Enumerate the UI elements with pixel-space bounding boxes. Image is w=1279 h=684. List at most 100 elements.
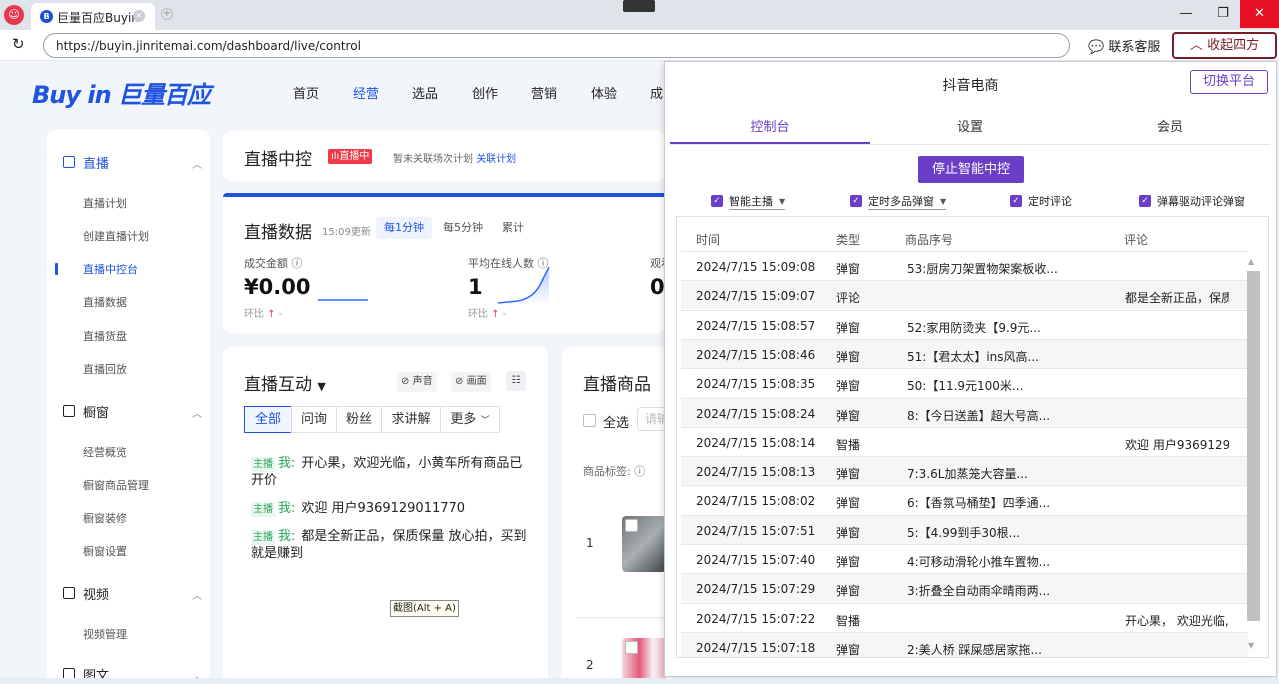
table-row[interactable]: 2024/7/15 15:07:40 弹窗 4:可移动滑轮小推车置物... (681, 544, 1248, 573)
tab-inquiry[interactable]: 问询 (291, 406, 337, 433)
close-window-icon[interactable]: ✕ (1240, 0, 1279, 28)
chat-message: 主播 我: 都是全新正品，保质保量 放心拍，买到就是赚到 (251, 528, 527, 562)
contact-support-button[interactable]: 💬 联系客服 (1088, 36, 1160, 55)
sidebar-item-overview[interactable]: 经营概览 (83, 444, 127, 460)
tab-fans[interactable]: 粉丝 (336, 406, 382, 433)
card-accent-bar (223, 193, 665, 197)
table-row[interactable]: 2024/7/15 15:07:18 弹窗 2:美人桥 踩屎感居家拖... (681, 632, 1248, 657)
table-row[interactable]: 2024/7/15 15:07:29 弹窗 3:折叠全自动雨伞晴雨两... (681, 573, 1248, 602)
cell-time: 2024/7/15 15:07:40 (696, 553, 816, 567)
tab-member[interactable]: 会员 (1070, 116, 1270, 135)
nav-more[interactable]: 成 (650, 83, 663, 102)
cell-item: 52:家用防烫夹【9.9元... (907, 321, 1041, 335)
table-row[interactable]: 2024/7/15 15:08:13 弹窗 7:3.6L加蒸笼大容量... (681, 456, 1248, 485)
sidebar-item-live-replay[interactable]: 直播回放 (83, 361, 127, 377)
cell-time: 2024/7/15 15:08:14 (696, 436, 816, 450)
sidebar-item-video-manage[interactable]: 视频管理 (83, 626, 127, 642)
browser-tab[interactable]: B 巨量百应Buyin × (31, 3, 155, 30)
table-row[interactable]: 2024/7/15 15:07:51 弹窗 5:【4.99到手30根... (681, 515, 1248, 544)
window-grip[interactable] (623, 0, 655, 12)
metric-ratio: 环比 ↑ - (468, 309, 507, 320)
table-row[interactable]: 2024/7/15 15:09:08 弹窗 53:厨房刀架置物架案板收... (681, 251, 1248, 280)
page-title: 直播中控 (244, 150, 312, 170)
cell-time: 2024/7/15 15:08:46 (696, 348, 816, 362)
cell-comment: 都是全新正品，保质 (1125, 291, 1229, 305)
sidebar-item-showcase-settings[interactable]: 橱窗设置 (83, 543, 127, 559)
video-camera-icon (63, 156, 75, 168)
sidebar-item-live-console[interactable]: 直播中控台 (83, 261, 138, 277)
cell-type: 弹窗 (836, 409, 861, 423)
link-plan-link[interactable]: 关联计划 (476, 154, 516, 165)
chevron-down-icon: ﹀ (480, 416, 490, 426)
nav-experience[interactable]: 体验 (591, 83, 617, 102)
option-timed-popup[interactable]: ✓ 定时多品弹窗 ▼ (850, 193, 947, 210)
seg-1min[interactable]: 每1分钟 (376, 217, 432, 239)
sidebar-item-live-goods[interactable]: 直播货盘 (83, 328, 127, 344)
table-row[interactable]: 2024/7/15 15:09:07 评论 都是全新正品，保质 (681, 280, 1248, 309)
metric-label: 观看 (650, 257, 665, 270)
new-tab-icon[interactable]: + (161, 8, 173, 20)
browser-logo-icon[interactable]: ☺ (4, 5, 24, 25)
table-row[interactable]: 2024/7/15 15:08:46 弹窗 51:【君太太】ins风高... (681, 339, 1248, 368)
nav-marketing[interactable]: 营销 (531, 83, 557, 102)
url-input[interactable]: https://buyin.jinritemai.com/dashboard/l… (43, 33, 1070, 58)
select-all-checkbox[interactable] (583, 414, 596, 427)
goods-checkbox[interactable] (625, 519, 638, 532)
collapse-panel-button[interactable]: ︿ 收起四方 (1172, 32, 1277, 59)
interaction-title[interactable]: 直播互动 ▼ (244, 370, 326, 395)
collapse-label: 收起四方 (1207, 38, 1260, 53)
chevron-up-icon[interactable]: ︿ (192, 587, 202, 602)
role-badge: 主播 (251, 457, 275, 472)
table-row[interactable]: 2024/7/15 15:07:22 智播 开心果， 欢迎光临, (681, 603, 1248, 632)
seg-5min[interactable]: 每5分钟 (435, 217, 491, 239)
switch-platform-button[interactable]: 切换平台 (1190, 70, 1268, 94)
select-all-label[interactable]: 全选 (603, 412, 629, 431)
option-danmaku-popup[interactable]: ✓ 弹幕驱动评论弹窗 (1139, 193, 1245, 209)
caret-down-icon: ▼ (940, 196, 947, 206)
scroll-down-icon[interactable]: ▼ (1248, 641, 1254, 650)
cell-type: 智播 (836, 438, 861, 452)
stop-smart-control-button[interactable]: 停止智能中控 (918, 156, 1024, 183)
table-row[interactable]: 2024/7/15 15:08:57 弹窗 52:家用防烫夹【9.9元... (681, 310, 1248, 339)
cell-item: 3:折叠全自动雨伞晴雨两... (907, 584, 1051, 598)
table-row[interactable]: 2024/7/15 15:08:24 弹窗 8:【今日送盖】超大号高... (681, 398, 1248, 427)
table-row[interactable]: 2024/7/15 15:08:14 智播 欢迎 用户93691290 (681, 427, 1248, 456)
tab-explain[interactable]: 求讲解 (381, 406, 441, 433)
scrollbar-thumb[interactable] (1247, 271, 1260, 621)
scroll-up-icon[interactable]: ▲ (1248, 257, 1254, 266)
tab-more[interactable]: 更多 ﹀ (440, 406, 500, 433)
table-row[interactable]: 2024/7/15 15:08:02 弹窗 6:【香氛马桶垫】四季通... (681, 485, 1248, 514)
col-comment: 评论 (1124, 233, 1149, 247)
cell-type: 弹窗 (836, 496, 861, 510)
table-row[interactable]: 2024/7/15 15:08:35 弹窗 50:【11.9元100米... (681, 368, 1248, 397)
seg-total[interactable]: 累计 (494, 217, 532, 239)
filter-settings-icon[interactable]: ☷ (506, 371, 526, 391)
toggle-sound[interactable]: ⊘ 声音 (397, 372, 437, 392)
option-smart-host[interactable]: ✓ 智能主播 ▼ (711, 193, 786, 210)
checkbox-checked-icon: ✓ (711, 195, 723, 207)
option-timed-comment[interactable]: ✓ 定时评论 (1010, 193, 1072, 209)
sidebar-item-create-plan[interactable]: 创建直播计划 (83, 228, 149, 244)
goods-checkbox[interactable] (625, 641, 638, 654)
nav-selection[interactable]: 选品 (412, 83, 438, 102)
sidebar-item-showcase-goods[interactable]: 橱窗商品管理 (83, 477, 149, 493)
tab-console[interactable]: 控制台 (670, 116, 870, 135)
shop-icon (63, 405, 75, 417)
sidebar-item-live-plan[interactable]: 直播计划 (83, 195, 127, 211)
goods-search-input[interactable]: 请输 (637, 407, 667, 431)
sidebar-item-live-data[interactable]: 直播数据 (83, 294, 127, 310)
tab-all[interactable]: 全部 (244, 406, 292, 433)
sidebar-item-decoration[interactable]: 橱窗装修 (83, 510, 127, 526)
tab-close-icon[interactable]: × (133, 10, 145, 22)
tab-settings[interactable]: 设置 (870, 116, 1070, 135)
url-text: https://buyin.jinritemai.com/dashboard/l… (56, 39, 361, 53)
nav-business[interactable]: 经营 (353, 83, 379, 102)
chevron-up-icon[interactable]: ︿ (192, 405, 202, 420)
nav-home[interactable]: 首页 (293, 83, 319, 102)
buyin-logo[interactable]: Buy in 巨量百应 (32, 75, 211, 110)
toggle-picture[interactable]: ⊘ 画面 (451, 372, 491, 392)
chevron-up-icon[interactable]: ︿ (192, 156, 202, 171)
panel-title: 抖音电商 (942, 78, 999, 94)
reload-icon[interactable]: ↻ (12, 35, 25, 53)
nav-creation[interactable]: 创作 (472, 83, 498, 102)
